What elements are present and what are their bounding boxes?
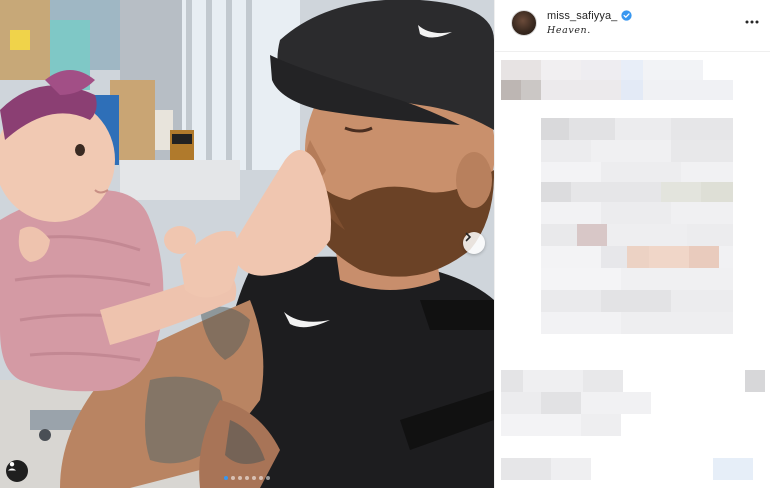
carousel-dot [252, 476, 256, 480]
next-photo-button[interactable] [463, 232, 485, 254]
post-header: miss_safiyya_ Heaven. [495, 0, 770, 52]
instagram-post: miss_safiyya_ Heaven. [0, 0, 770, 488]
username-link[interactable]: miss_safiyya_ [547, 10, 617, 22]
carousel-dot [238, 476, 242, 480]
carousel-dot [259, 476, 263, 480]
carousel-dot [266, 476, 270, 480]
chevron-right-icon [465, 232, 472, 242]
post-sidebar: miss_safiyya_ Heaven. [494, 0, 770, 488]
photo-illustration [0, 0, 494, 488]
location-link[interactable]: Heaven. [547, 25, 591, 36]
verified-badge-icon [621, 10, 632, 21]
blurred-comments [501, 60, 765, 480]
carousel-indicator [0, 476, 494, 480]
post-photo[interactable] [0, 0, 494, 488]
avatar[interactable] [511, 10, 537, 36]
carousel-dot [245, 476, 249, 480]
user-tag-icon [8, 462, 16, 471]
carousel-dot-active [224, 476, 228, 480]
carousel-dot [231, 476, 235, 480]
more-options-icon[interactable] [743, 16, 761, 28]
